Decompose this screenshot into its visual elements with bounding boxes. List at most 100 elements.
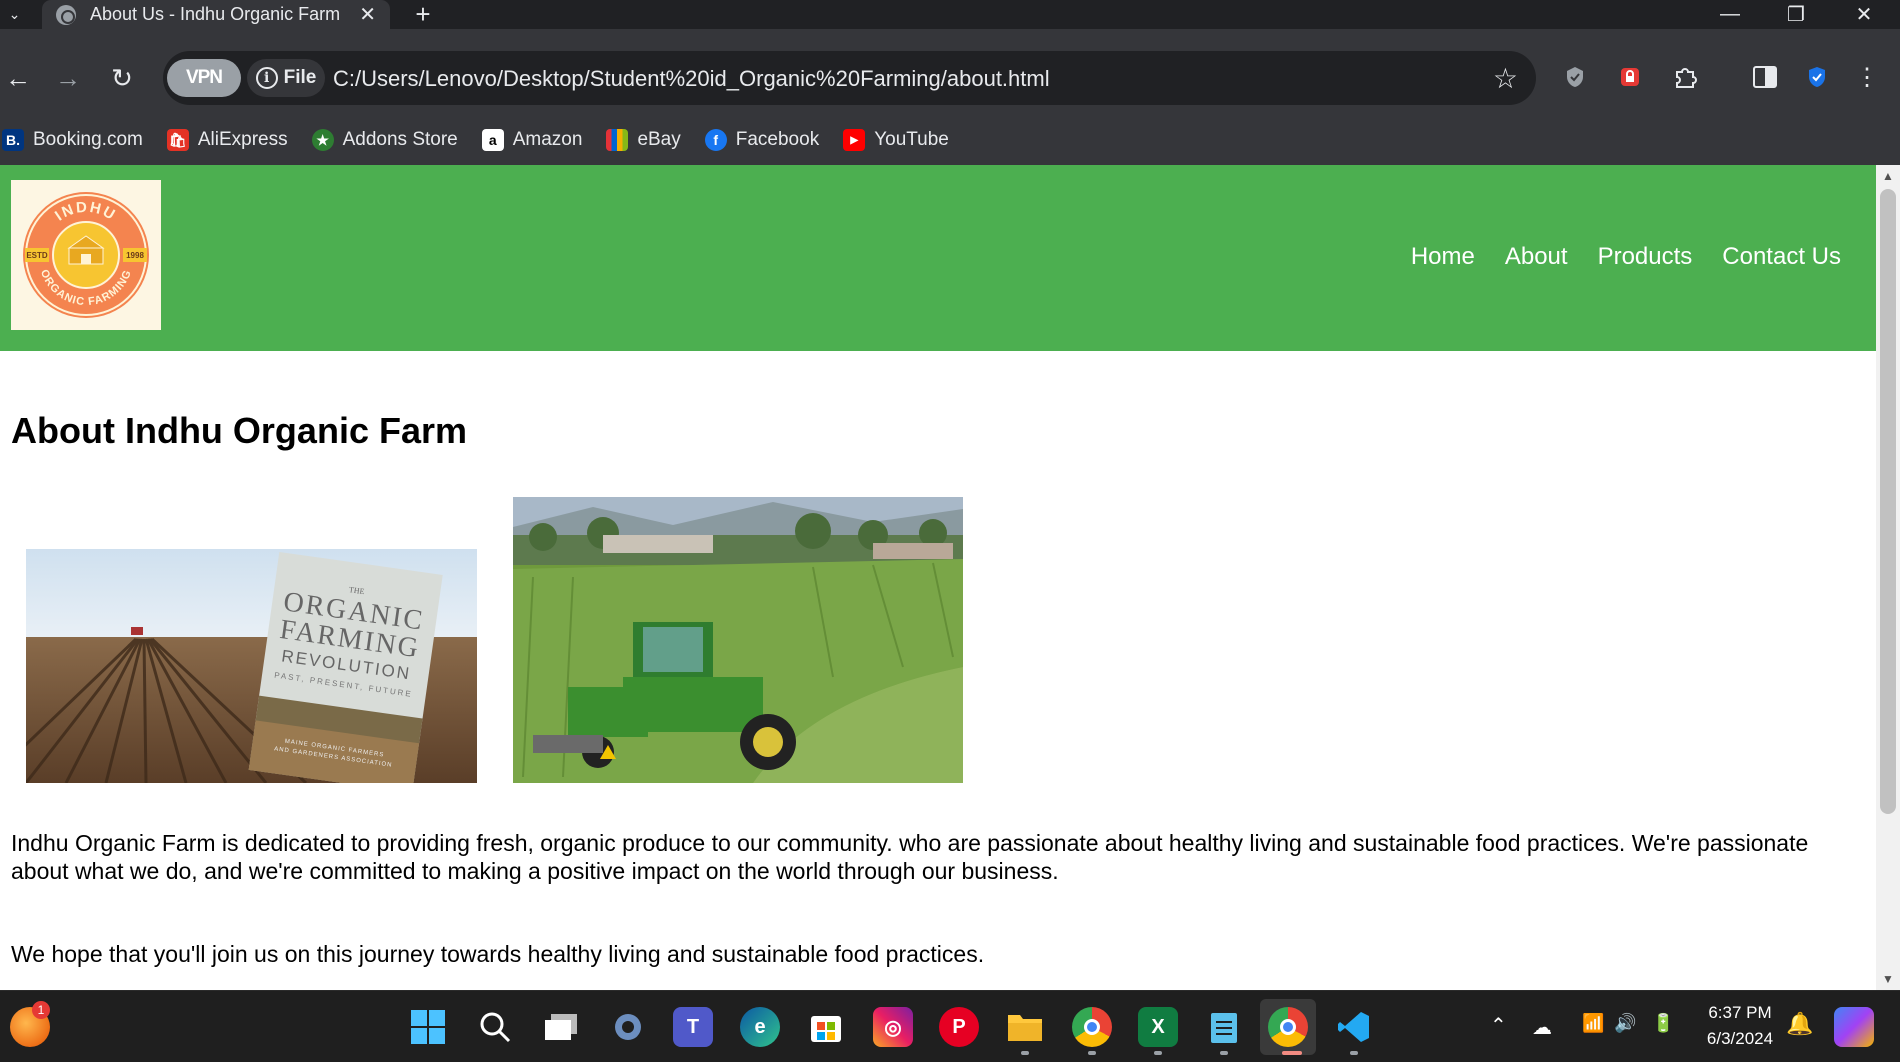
scroll-down-arrow-icon[interactable]: ▼ [1882, 972, 1894, 986]
info-icon: i [255, 67, 278, 89]
menu-kebab-icon[interactable]: ⋮ [1850, 60, 1884, 94]
page-title: About Indhu Organic Farm [11, 410, 467, 451]
vpn-button[interactable]: VPN [167, 59, 241, 97]
tab-title: About Us - Indhu Organic Farm [90, 4, 341, 24]
close-tab-icon[interactable]: ✕ [359, 2, 376, 27]
running-indicator [1088, 1051, 1096, 1055]
nav-contact-link[interactable]: Contact Us [1722, 243, 1841, 271]
browser-tab-active[interactable]: About Us - Indhu Organic Farm ✕ [42, 0, 390, 29]
bookmark-label: Addons Store [342, 129, 458, 150]
restore-icon[interactable]: ❐ [1768, 0, 1824, 29]
amazon-icon: a [481, 129, 504, 151]
bookmark-label: eBay [637, 129, 681, 150]
windows-taskbar: 1 T e ◎ P X ⌃ ☁ 📶 🔊 🔋 6:37 PM 6/3/2024 🔔 [0, 990, 1900, 1062]
search-icon[interactable] [475, 1007, 515, 1047]
bookmark-facebook[interactable]: f Facebook [704, 129, 820, 151]
nav-home-link[interactable]: Home [1411, 243, 1475, 271]
close-window-icon[interactable]: ✕ [1836, 0, 1892, 29]
facebook-icon: f [704, 129, 727, 151]
browser-tab-bar: ⌄ About Us - Indhu Organic Farm ✕ + — ❐ … [0, 0, 1900, 29]
ebay-icon [606, 129, 629, 151]
clock-time[interactable]: 6:37 PM [1700, 1003, 1780, 1023]
running-indicator [1021, 1051, 1029, 1055]
running-indicator [1350, 1051, 1358, 1055]
booking-icon: B. [2, 129, 24, 151]
site-header: INDHU ORGANIC FARMING ESTD 1998 Home Abo… [0, 165, 1876, 351]
pinterest-icon[interactable]: P [939, 1007, 979, 1047]
url-text[interactable]: C:/Users/Lenovo/Desktop/Student%20id_Org… [333, 66, 1050, 92]
active-indicator [1282, 1051, 1302, 1055]
tractor-field-image [513, 497, 963, 783]
tab-search-icon[interactable]: ⌄ [0, 0, 29, 29]
bookmark-addons-store[interactable]: ★ Addons Store [311, 129, 458, 151]
bookmark-label: Facebook [735, 129, 820, 150]
address-bar[interactable]: VPN i File C:/Users/Lenovo/Desktop/Stude… [163, 51, 1536, 105]
clock-date[interactable]: 6/3/2024 [1698, 1029, 1782, 1049]
bookmark-label: YouTube [874, 129, 949, 150]
wifi-icon[interactable]: 📶 [1582, 1013, 1604, 1034]
scroll-up-arrow-icon[interactable]: ▲ [1882, 169, 1894, 183]
back-icon[interactable]: ← [0, 60, 36, 96]
settings-gear-icon[interactable] [608, 1007, 648, 1047]
organic-farming-book-image: THE ORGANIC FARMING REVOLUTION PAST, PRE… [26, 549, 477, 783]
page-viewport: INDHU ORGANIC FARMING ESTD 1998 Home Abo… [0, 165, 1876, 990]
microsoft-store-icon[interactable] [806, 1007, 846, 1047]
forward-icon[interactable]: → [50, 60, 86, 96]
youtube-icon: ▶ [843, 129, 866, 151]
vpn-label: VPN [185, 67, 223, 88]
bitwarden-shield-icon[interactable] [1800, 60, 1834, 94]
chrome-icon[interactable] [1072, 1007, 1112, 1047]
side-panel-icon[interactable] [1748, 60, 1782, 94]
file-label: File [283, 67, 317, 88]
running-indicator [1220, 1051, 1228, 1055]
bookmarks-bar: B. Booking.com 🛍 AliExpress ★ Addons Sto… [0, 115, 1900, 165]
about-paragraph-1: Indhu Organic Farm is dedicated to provi… [11, 830, 1809, 884]
edge-icon[interactable]: e [740, 1007, 780, 1047]
teams-icon[interactable]: T [673, 1007, 713, 1047]
bookmark-star-icon[interactable]: ☆ [1493, 62, 1518, 95]
about-paragraph-2: We hope that you'll join us on this jour… [11, 941, 985, 967]
new-tab-button[interactable]: + [408, 0, 438, 29]
farm-logo-emblem: INDHU ORGANIC FARMING ESTD 1998 [23, 192, 149, 318]
onedrive-cloud-icon[interactable]: ☁ [1532, 1015, 1552, 1040]
site-info-button[interactable]: i File [247, 59, 325, 97]
vscode-icon[interactable] [1334, 1007, 1374, 1047]
nav-products-link[interactable]: Products [1598, 243, 1693, 271]
instagram-icon[interactable]: ◎ [873, 1007, 913, 1047]
notification-badge: 1 [32, 1001, 50, 1019]
farm-logo[interactable]: INDHU ORGANIC FARMING ESTD 1998 [11, 180, 161, 330]
aliexpress-icon: 🛍 [166, 129, 189, 151]
notification-bell-icon[interactable]: 🔔 [1786, 1011, 1813, 1037]
bookmark-aliexpress[interactable]: 🛍 AliExpress [166, 129, 288, 151]
bookmark-booking[interactable]: B. Booking.com [2, 129, 143, 151]
bookmark-youtube[interactable]: ▶ YouTube [843, 129, 949, 151]
scroll-thumb[interactable] [1880, 189, 1896, 814]
browser-toolbar: ← → ↻ VPN i File C:/Users/Lenovo/Desktop… [0, 29, 1900, 128]
task-view-icon[interactable] [541, 1007, 581, 1047]
chrome-profile-icon[interactable] [1268, 1007, 1308, 1047]
nav-about-link[interactable]: About [1505, 243, 1568, 271]
bookmark-label: AliExpress [197, 129, 288, 150]
bookmark-label: Amazon [512, 129, 583, 150]
lock-extension-icon[interactable] [1613, 60, 1647, 94]
bookmark-label: Booking.com [33, 129, 143, 150]
logo-year-text: 1998 [126, 251, 144, 260]
logo-estd-text: ESTD [26, 251, 48, 260]
shield-extension-icon[interactable] [1558, 60, 1592, 94]
tray-overflow-chevron-icon[interactable]: ⌃ [1490, 1013, 1507, 1038]
volume-icon[interactable]: 🔊 [1614, 1013, 1636, 1034]
addons-store-icon: ★ [311, 129, 334, 151]
page-scrollbar[interactable]: ▲ ▼ [1876, 165, 1900, 990]
bookmark-ebay[interactable]: eBay [606, 129, 681, 151]
windows-start-icon[interactable] [408, 1007, 448, 1047]
reload-icon[interactable]: ↻ [104, 60, 140, 96]
extensions-puzzle-icon[interactable] [1668, 60, 1702, 94]
battery-icon[interactable]: 🔋 [1652, 1013, 1674, 1034]
excel-icon[interactable]: X [1138, 1007, 1178, 1047]
bookmark-amazon[interactable]: a Amazon [481, 129, 583, 151]
copilot-icon[interactable] [1834, 1007, 1874, 1047]
site-nav: Home About Products Contact Us [1411, 243, 1841, 271]
notepad-icon[interactable] [1204, 1007, 1244, 1047]
file-explorer-icon[interactable] [1005, 1007, 1045, 1047]
minimize-icon[interactable]: — [1702, 0, 1758, 29]
